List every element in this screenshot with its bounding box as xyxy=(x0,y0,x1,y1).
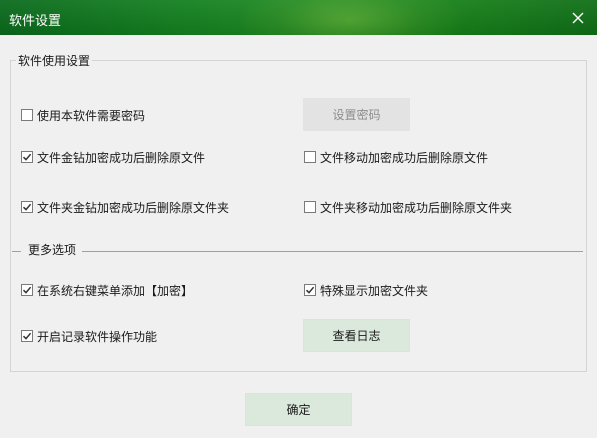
require-password-label: 使用本软件需要密码 xyxy=(37,108,146,123)
gold-delete-folder-checkbox[interactable] xyxy=(21,201,33,213)
context-menu-label: 在系统右键菜单添加【加密】 xyxy=(37,283,194,298)
require-password-option[interactable]: 使用本软件需要密码 xyxy=(21,107,145,123)
gold-delete-file-checkbox[interactable] xyxy=(21,151,33,163)
gold-delete-file-label: 文件金钻加密成功后删除原文件 xyxy=(37,150,206,165)
context-menu-option[interactable]: 在系统右键菜单添加【加密】 xyxy=(21,282,193,298)
more-options-label: 更多选项 xyxy=(28,243,77,257)
divider-left-segment xyxy=(12,251,21,252)
view-log-button[interactable]: 查看日志 xyxy=(303,319,410,352)
special-display-option[interactable]: 特殊显示加密文件夹 xyxy=(304,282,428,298)
confirm-button[interactable]: 确定 xyxy=(245,393,352,426)
more-options-divider xyxy=(12,251,583,252)
record-operations-option[interactable]: 开启记录软件操作功能 xyxy=(21,328,157,344)
move-delete-folder-label: 文件夹移动加密成功后删除原文件夹 xyxy=(320,200,513,215)
checkmark-icon xyxy=(22,153,32,161)
move-delete-file-checkbox[interactable] xyxy=(304,151,316,163)
move-delete-file-option[interactable]: 文件移动加密成功后删除原文件 xyxy=(304,149,488,165)
move-delete-folder-checkbox[interactable] xyxy=(304,201,316,213)
record-operations-checkbox[interactable] xyxy=(21,330,33,342)
window-title: 软件设置 xyxy=(9,14,62,29)
settings-window: 软件设置 软件使用设置 使用本软件需要密码 设置密码 文件金钻加密成功后删除原文… xyxy=(0,0,597,438)
special-display-checkbox[interactable] xyxy=(304,284,316,296)
usage-settings-legend: 软件使用设置 xyxy=(16,53,93,69)
context-menu-checkbox[interactable] xyxy=(21,284,33,296)
special-display-label: 特殊显示加密文件夹 xyxy=(320,283,429,298)
close-button[interactable] xyxy=(569,9,587,27)
set-password-button[interactable]: 设置密码 xyxy=(303,98,410,131)
checkmark-icon xyxy=(22,286,32,294)
gold-delete-file-option[interactable]: 文件金钻加密成功后删除原文件 xyxy=(21,149,205,165)
move-delete-folder-option[interactable]: 文件夹移动加密成功后删除原文件夹 xyxy=(304,199,512,215)
move-delete-file-label: 文件移动加密成功后删除原文件 xyxy=(320,150,489,165)
checkmark-icon xyxy=(22,332,32,340)
close-icon xyxy=(572,12,584,24)
gold-delete-folder-option[interactable]: 文件夹金钻加密成功后删除原文件夹 xyxy=(21,199,229,215)
title-bar: 软件设置 xyxy=(0,0,597,35)
divider-right-segment xyxy=(82,251,583,252)
require-password-checkbox[interactable] xyxy=(21,109,33,121)
checkmark-icon xyxy=(305,286,315,294)
record-operations-label: 开启记录软件操作功能 xyxy=(37,329,158,344)
gold-delete-folder-label: 文件夹金钻加密成功后删除原文件夹 xyxy=(37,200,230,215)
checkmark-icon xyxy=(22,203,32,211)
